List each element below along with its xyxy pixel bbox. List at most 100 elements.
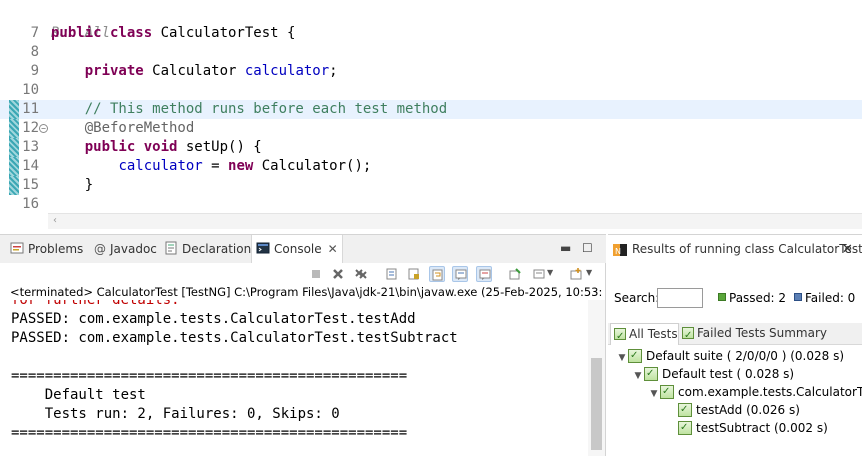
console-output-line: PASSED: com.example.tests.CalculatorTest… — [11, 311, 416, 327]
search-input[interactable] — [657, 288, 703, 308]
fold-collapse-icon[interactable]: − — [39, 124, 48, 133]
show-on-stderr-button[interactable] — [476, 266, 492, 282]
line-number: 10 — [22, 82, 39, 98]
code-line[interactable]: 16 — [0, 195, 862, 214]
tab-problems[interactable]: Problems — [10, 235, 83, 263]
chevron-down-icon[interactable]: ▼ — [547, 268, 553, 277]
svg-text:N: N — [615, 247, 621, 256]
run-all-codelens[interactable]: Run All — [0, 5, 862, 41]
method-label: testAdd (0.026 s) — [696, 403, 800, 417]
tree-node-method-testadd[interactable]: testAdd (0.026 s) — [678, 401, 800, 419]
scroll-lock-button[interactable] — [406, 266, 422, 282]
code-token: public class — [51, 25, 161, 41]
tree-node-test[interactable]: ▼ Default test ( 0.028 s) — [632, 365, 795, 385]
failed-count: Failed: 0 — [805, 291, 856, 305]
code-token: setUp() { — [185, 139, 262, 155]
console-output[interactable]: for further details. PASSED: com.example.… — [11, 300, 586, 456]
clear-console-button[interactable] — [384, 266, 400, 282]
code-text: public class CalculatorTest { — [51, 24, 295, 43]
code-line[interactable]: 14 calculator = new Calculator(); — [0, 157, 862, 176]
tree-node-method-testsubtract[interactable]: testSubtract (0.002 s) — [678, 419, 828, 437]
line-number: 14 — [22, 158, 39, 174]
code-token: new — [228, 158, 262, 174]
all-tests-icon — [614, 326, 626, 347]
tab-problems-label: Problems — [28, 242, 84, 256]
remove-all-terminated-button[interactable] — [353, 266, 369, 282]
code-token: ; — [329, 63, 338, 79]
tab-all-tests[interactable]: All Tests — [610, 323, 679, 347]
code-token: } — [51, 177, 94, 193]
code-line[interactable]: 9 private Calculator calculator; — [0, 62, 862, 81]
code-line[interactable]: 8 — [0, 43, 862, 62]
code-token: // This method runs before each test met… — [84, 101, 448, 117]
testng-view-tab[interactable]: N Results of running class CalculatorTes… — [608, 235, 862, 263]
passed-count: Passed: 2 — [729, 291, 787, 305]
scroll-left-arrow-icon[interactable]: ‹ — [53, 215, 57, 226]
tab-declaration[interactable]: Declaration — [164, 235, 251, 263]
display-selected-console-button[interactable]: ▼ — [531, 266, 555, 282]
code-token: @BeforeMethod — [84, 120, 195, 136]
problems-icon — [10, 237, 24, 254]
console-vertical-scrollbar[interactable] — [588, 300, 605, 456]
tree-node-class[interactable]: ▼ com.example.tests.CalculatorTest — [648, 383, 862, 401]
editor-horizontal-scrollbar[interactable]: ‹ — [48, 213, 862, 229]
chevron-down-icon[interactable]: ▼ — [616, 349, 628, 367]
tab-summary-label: Summary — [769, 326, 827, 340]
code-line[interactable]: 12− @BeforeMethod — [0, 119, 862, 138]
line-number: 13 — [22, 139, 39, 155]
testng-search-row: Search: Passed: 2 Failed: 0 — [608, 287, 862, 309]
tree-node-suite[interactable]: ▼ Default suite ( 2/0/0/0 ) (0.028 s) — [616, 347, 844, 365]
declaration-icon — [164, 237, 178, 255]
code-line[interactable]: 13 public void setUp() { — [0, 138, 862, 157]
code-text: @BeforeMethod — [51, 119, 195, 138]
code-line[interactable]: 11 // This method runs before each test … — [0, 100, 862, 119]
chevron-down-icon[interactable]: ▼ — [632, 367, 644, 385]
code-line[interactable]: 7 public class CalculatorTest { — [0, 24, 862, 43]
code-text: public void setUp() { — [51, 138, 262, 157]
tab-failed-tests[interactable]: Failed Tests — [682, 323, 766, 346]
console-output-line: ========================================… — [11, 425, 408, 441]
code-line[interactable]: 15 } — [0, 176, 862, 195]
failed-icon — [794, 293, 802, 301]
test-results-tree[interactable]: ▼Default suite ( 2/0/0/0 ) (0.028 s) ▼De… — [608, 345, 862, 456]
pin-console-button[interactable] — [507, 266, 523, 282]
line-number: 16 — [22, 196, 39, 212]
tab-declaration-label: Declaration — [182, 242, 252, 256]
code-text: calculator = new Calculator(); — [51, 157, 371, 176]
tab-javadoc[interactable]: @ Javadoc — [94, 235, 157, 263]
line-number: 8 — [30, 44, 39, 60]
test-label: Default test ( 0.028 s) — [662, 367, 795, 381]
tab-summary[interactable]: Summary — [769, 323, 827, 345]
chevron-down-icon[interactable]: ▼ — [648, 385, 660, 403]
open-console-button[interactable]: ▼ — [568, 266, 598, 282]
console-icon — [256, 237, 270, 254]
close-icon[interactable]: ✕ — [328, 242, 338, 256]
word-wrap-button[interactable] — [429, 266, 445, 282]
console-toolbar: ▼ ▼ — [0, 263, 606, 285]
console-output-line: PASSED: com.example.tests.CalculatorTest… — [11, 330, 458, 346]
passed-icon — [718, 293, 726, 301]
method-pass-icon — [678, 419, 692, 437]
chevron-down-icon[interactable]: ▼ — [586, 268, 592, 277]
code-text: // This method runs before each test met… — [51, 100, 447, 119]
code-token: calculator — [244, 63, 330, 79]
suite-pass-icon — [628, 347, 642, 365]
remove-launch-button[interactable] — [330, 266, 346, 282]
minimize-icon[interactable]: ▬ — [560, 241, 571, 255]
line-number: 12 — [22, 120, 39, 136]
close-icon[interactable]: ✕ — [842, 242, 853, 257]
show-on-stdout-button[interactable] — [452, 266, 468, 282]
tab-all-tests-label: All Tests — [629, 327, 678, 341]
line-number: 15 — [22, 177, 39, 193]
code-editor[interactable]: Run All 7 public class CalculatorTest {8 9… — [0, 0, 862, 231]
tab-console[interactable]: Console ✕ — [251, 235, 343, 263]
console-output-line: Tests run: 2, Failures: 0, Skips: 0 — [11, 406, 340, 422]
failed-tests-icon — [682, 325, 694, 346]
scrollbar-thumb[interactable] — [591, 358, 602, 450]
maximize-icon[interactable]: ☐ — [582, 241, 593, 255]
code-line[interactable]: 10 — [0, 81, 862, 100]
terminate-button[interactable] — [308, 266, 324, 282]
